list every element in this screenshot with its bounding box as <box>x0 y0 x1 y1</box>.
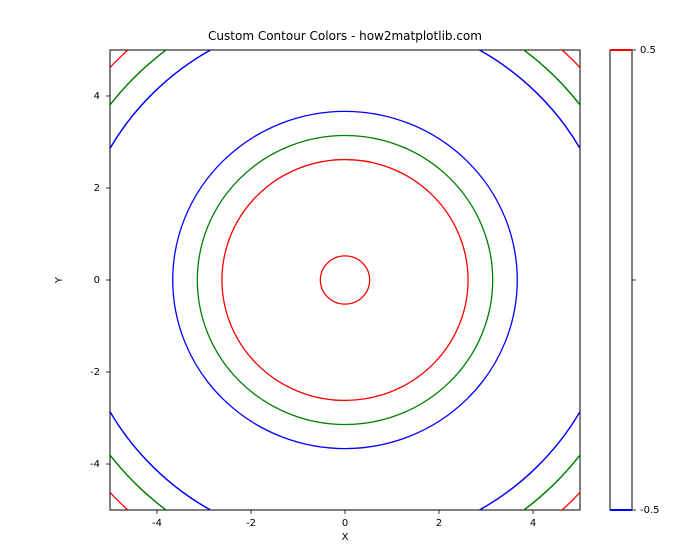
colorbar-frame <box>610 50 632 510</box>
x-tick-label: -2 <box>246 518 256 529</box>
x-axis-label: X <box>342 532 349 543</box>
y-tick-label: -2 <box>90 367 100 378</box>
x-tick-label: 0 <box>342 518 348 529</box>
y-axis-label: Y <box>54 276 65 284</box>
y-tick-label: 4 <box>94 91 100 102</box>
plot-svg: Custom Contour Colors - how2matplotlib.c… <box>0 0 700 560</box>
colorbar-tick-label: -0.5 <box>640 505 660 516</box>
y-ticks: -4 -2 0 2 4 <box>90 91 110 470</box>
plot-frame <box>110 50 580 510</box>
x-ticks: -4 -2 0 2 4 <box>152 510 536 529</box>
y-tick-label: 0 <box>94 275 100 286</box>
colorbar: -0.5 0.5 <box>610 45 660 516</box>
y-tick-label: -4 <box>90 459 100 470</box>
x-tick-label: -4 <box>152 518 162 529</box>
figure: Custom Contour Colors - how2matplotlib.c… <box>0 0 700 560</box>
main-axes: Custom Contour Colors - how2matplotlib.c… <box>25 0 665 560</box>
colorbar-ticks: -0.5 0.5 <box>632 45 660 516</box>
y-tick-label: 2 <box>94 183 100 194</box>
x-tick-label: 4 <box>530 518 536 529</box>
plot-title: Custom Contour Colors - how2matplotlib.c… <box>208 29 482 43</box>
colorbar-tick-label: 0.5 <box>640 45 656 56</box>
x-tick-label: 2 <box>436 518 442 529</box>
